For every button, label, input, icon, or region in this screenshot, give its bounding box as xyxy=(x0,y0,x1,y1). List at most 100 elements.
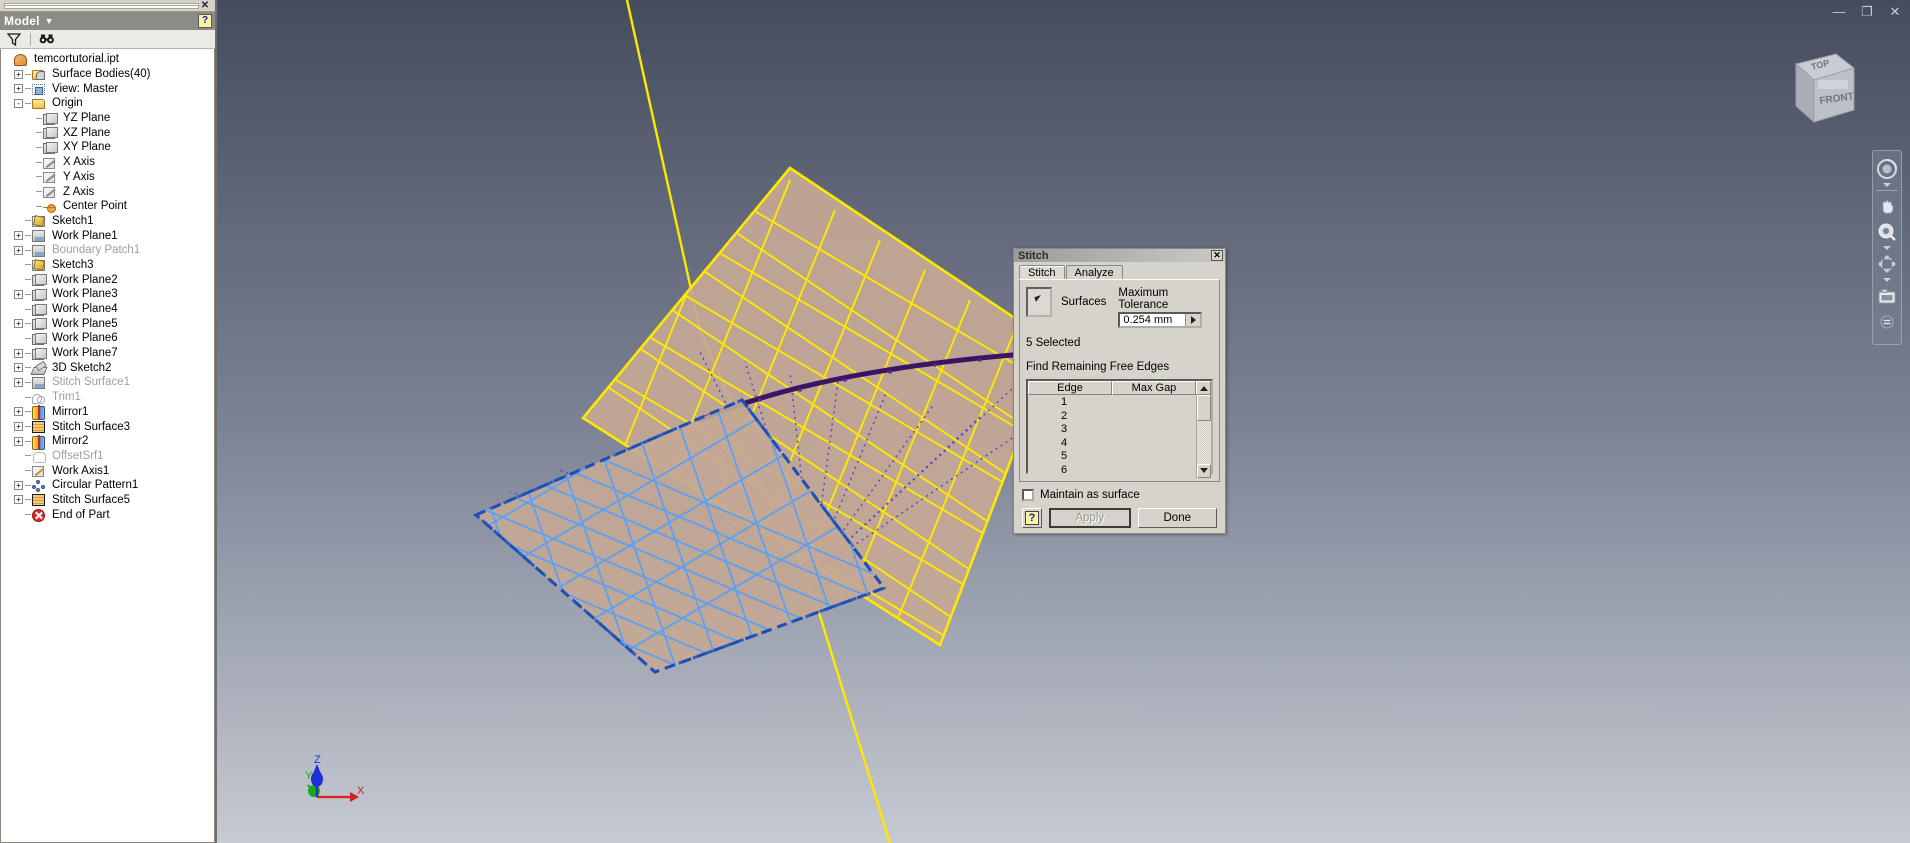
stitch-dialog-titlebar[interactable]: Stitch ✕ xyxy=(1014,249,1225,262)
grid-row[interactable]: 3 xyxy=(1028,423,1100,437)
tree-item[interactable]: Sketch3 xyxy=(1,258,214,273)
done-button[interactable]: Done xyxy=(1137,508,1217,528)
grid-scroll-up-button[interactable] xyxy=(1196,381,1211,395)
navigation-bar[interactable] xyxy=(1872,150,1902,345)
pan-icon[interactable] xyxy=(1874,193,1900,219)
tree-expander[interactable]: + xyxy=(14,84,23,94)
tolerance-field-wrap[interactable] xyxy=(1118,312,1203,328)
tree-item[interactable]: temcortutorial.ipt xyxy=(1,52,214,67)
3d-viewport[interactable]: X Y Z TOP FRONT xyxy=(0,0,1910,843)
close-button[interactable]: ✕ xyxy=(1886,4,1904,20)
tree-item[interactable]: + Stitch Surface3 xyxy=(1,419,214,434)
panel-close-icon[interactable]: ✕ xyxy=(199,0,211,11)
filter-icon[interactable] xyxy=(6,32,22,47)
stitch-dialog-close-icon[interactable]: ✕ xyxy=(1211,250,1223,261)
zoom-icon[interactable] xyxy=(1874,219,1900,245)
tree-item[interactable]: + Circular Pattern1 xyxy=(1,478,214,493)
tree-item[interactable]: + Boundary Patch1 xyxy=(1,243,214,258)
maintain-as-surface-row[interactable]: Maintain as surface xyxy=(1022,489,1225,501)
tree-expander[interactable]: + xyxy=(14,422,23,432)
stitch-dialog-tabs[interactable]: Stitch Analyze xyxy=(1014,262,1225,279)
tree-item[interactable]: Center Point xyxy=(1,199,214,214)
panel-title-bar[interactable]: Model ▼ ? xyxy=(0,12,215,30)
tab-stitch[interactable]: Stitch xyxy=(1019,265,1065,279)
column-header-max-gap[interactable]: Max Gap xyxy=(1112,381,1196,395)
grid-scroll-thumb[interactable] xyxy=(1197,395,1211,421)
tree-expander[interactable]: + xyxy=(14,377,23,387)
tree-item[interactable]: Work Axis1 xyxy=(1,463,214,478)
tree-item[interactable]: + Surface Bodies(40) xyxy=(1,67,214,82)
tree-item[interactable]: +3D Sketch2 xyxy=(1,360,214,375)
tree-item[interactable]: OffsetSrf1 xyxy=(1,449,214,464)
orbit-icon[interactable] xyxy=(1874,251,1900,277)
tree-expander[interactable]: + xyxy=(14,245,23,255)
look-at-icon[interactable] xyxy=(1874,283,1900,309)
column-header-edge[interactable]: Edge xyxy=(1028,381,1112,395)
free-edges-grid[interactable]: Edge Max Gap 123456 xyxy=(1026,379,1213,478)
feature-tree[interactable]: temcortutorial.ipt + Surface Bodies(40) + Vi… xyxy=(0,49,215,843)
tree-item[interactable]: YZ Plane xyxy=(1,111,214,126)
maintain-as-surface-checkbox[interactable] xyxy=(1022,489,1034,501)
tab-analyze[interactable]: Analyze xyxy=(1065,265,1123,279)
tree-item[interactable]: XZ Plane xyxy=(1,125,214,140)
tree-expander[interactable]: + xyxy=(14,495,23,505)
zoom-dropdown-icon[interactable] xyxy=(1883,246,1891,250)
tree-item[interactable]: + Mirror1 xyxy=(1,405,214,421)
tree-expander[interactable]: + xyxy=(14,231,23,241)
steering-wheel-icon[interactable] xyxy=(1874,156,1900,182)
tree-item[interactable]: X Axis xyxy=(1,155,214,170)
grid-row[interactable]: 1 xyxy=(1028,396,1100,410)
stitch-dialog[interactable]: Stitch ✕ Stitch Analyze Surfaces Maximum… xyxy=(1013,248,1226,534)
tree-expander[interactable]: + xyxy=(14,289,23,299)
tree-item[interactable]: Work Plane2 xyxy=(1,272,214,287)
panel-grab-bar[interactable]: ✕ xyxy=(0,0,215,12)
minimize-button[interactable]: — xyxy=(1830,4,1848,20)
navbar-options-icon[interactable] xyxy=(1874,309,1900,335)
tree-item[interactable]: End of Part xyxy=(1,507,214,523)
restore-button[interactable]: ❐ xyxy=(1858,4,1876,20)
tree-item[interactable]: + Work Plane7 xyxy=(1,346,214,361)
tree-expander[interactable]: + xyxy=(14,69,23,79)
tree-item[interactable]: - Origin xyxy=(1,96,214,111)
grid-row[interactable]: 6 xyxy=(1028,464,1100,478)
tolerance-input[interactable] xyxy=(1120,314,1186,326)
surfaces-select-button[interactable] xyxy=(1026,287,1052,317)
grid-rows[interactable]: 123456 xyxy=(1028,395,1196,478)
tree-item[interactable]: + Stitch Surface5 xyxy=(1,493,214,508)
tree-expander[interactable]: + xyxy=(14,363,23,373)
tree-item[interactable]: Sketch1 xyxy=(1,214,214,229)
tree-expander[interactable]: + xyxy=(14,348,23,358)
tree-item[interactable]: Z Axis xyxy=(1,184,214,199)
tree-expander[interactable]: + xyxy=(14,407,23,417)
tree-expander[interactable]: + xyxy=(14,480,23,490)
window-controls[interactable]: — ❐ ✕ xyxy=(1830,2,1904,22)
find-icon[interactable] xyxy=(39,32,55,47)
grid-scroll-down-button[interactable] xyxy=(1197,463,1211,478)
tree-item[interactable]: Work Plane6 xyxy=(1,331,214,346)
tree-expander[interactable]: + xyxy=(14,436,23,446)
orbit-dropdown-icon[interactable] xyxy=(1883,278,1891,282)
tree-item[interactable]: + Mirror2 xyxy=(1,434,214,450)
tree-item[interactable]: Work Plane4 xyxy=(1,302,214,317)
chevron-down-icon[interactable]: ▼ xyxy=(45,16,54,26)
grid-scrollbar[interactable] xyxy=(1196,395,1211,478)
tree-item[interactable]: Y Axis xyxy=(1,170,214,185)
dialog-help-button[interactable]: ? xyxy=(1022,508,1042,528)
apply-button[interactable]: Apply xyxy=(1049,508,1131,528)
grid-row[interactable]: 2 xyxy=(1028,410,1100,424)
tolerance-dropdown-arrow[interactable] xyxy=(1185,314,1201,326)
tree-item[interactable]: + Work Plane3 xyxy=(1,287,214,302)
grid-row[interactable]: 4 xyxy=(1028,437,1100,451)
tree-item[interactable]: + Stitch Surface1 xyxy=(1,375,214,390)
tree-item[interactable]: XY Plane xyxy=(1,140,214,155)
grid-scroll-track[interactable] xyxy=(1197,421,1211,464)
tree-expander[interactable]: - xyxy=(14,98,23,108)
tree-item[interactable]: + View: Master xyxy=(1,81,214,96)
steering-wheel-dropdown-icon[interactable] xyxy=(1883,183,1891,187)
tree-expander[interactable]: + xyxy=(14,319,23,329)
tree-item[interactable]: + Work Plane5 xyxy=(1,316,214,331)
view-cube[interactable]: TOP FRONT xyxy=(1774,42,1862,132)
tree-item[interactable]: Trim1 xyxy=(1,390,214,405)
help-icon[interactable]: ? xyxy=(198,14,212,28)
tree-item[interactable]: + Work Plane1 xyxy=(1,228,214,243)
